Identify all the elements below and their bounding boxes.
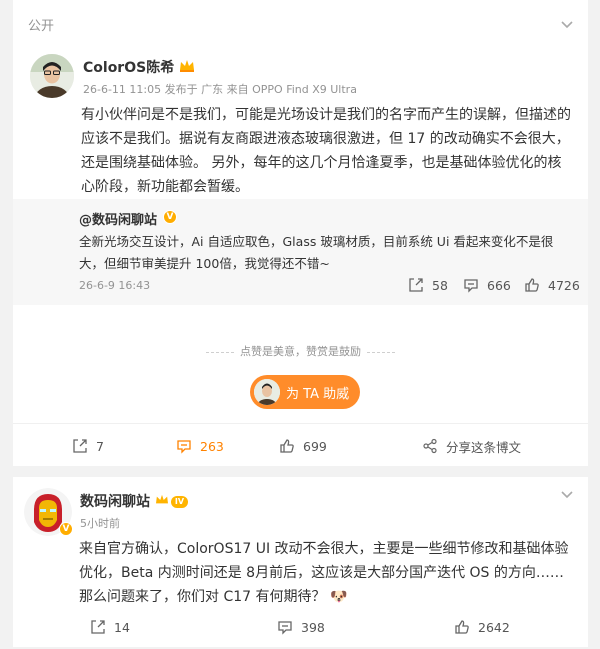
comment-icon xyxy=(464,279,478,293)
repost-icon xyxy=(73,439,87,453)
chevron-down-icon[interactable] xyxy=(559,16,575,32)
like-button[interactable]: 699 xyxy=(279,424,327,468)
post-card: V 数码闲聊站 IV 5小时前 来自官方确认，ColorOS17 UI 改动不会… xyxy=(13,477,588,647)
repost-repost-count[interactable]: 58 xyxy=(408,277,448,293)
post-card: 公开 ColorOS陈希 26-6-11 11:05 发布于 广东 来自 OPP… xyxy=(13,0,588,466)
avatar xyxy=(254,379,280,405)
chevron-down-icon[interactable] xyxy=(559,486,575,502)
avatar[interactable] xyxy=(30,54,74,98)
action-bar: 14 398 2642 xyxy=(13,605,588,647)
comment-icon xyxy=(278,621,292,635)
repost-button[interactable]: 14 xyxy=(90,605,130,649)
repost-text: 全新光场交互设计，Ai 自适应取色，Glass 玻璃材质，目前系统 Ui 看起来… xyxy=(79,234,554,271)
reward-hint: 点赞是美意，赞赏是鼓励 xyxy=(13,343,588,359)
author-name[interactable]: ColorOS陈希 xyxy=(83,60,174,76)
post-text: 有小伙伴问是不是我们，可能是光场设计是我们的名字而产生的误解，但描述的应该不是我… xyxy=(81,107,571,195)
verified-icon: V xyxy=(163,210,177,224)
repost-comment-count[interactable]: 666 xyxy=(463,277,511,293)
like-button[interactable]: 2642 xyxy=(454,605,510,649)
crown-icon xyxy=(179,59,195,77)
level-badge: IV xyxy=(170,496,189,508)
crown-icon xyxy=(155,494,169,510)
repost-block[interactable]: @数码闲聊站 V 全新光场交互设计，Ai 自适应取色，Glass 玻璃材质，目前… xyxy=(13,199,588,305)
repost-icon xyxy=(409,278,423,292)
author-name[interactable]: 数码闲聊站 xyxy=(80,494,150,510)
repost-button[interactable]: 7 xyxy=(72,424,104,468)
like-icon xyxy=(525,278,539,292)
repost-icon xyxy=(91,620,105,634)
repost-author[interactable]: @数码闲聊站 xyxy=(79,209,157,228)
boost-button[interactable]: 为 TA 助威 xyxy=(250,375,360,409)
like-icon xyxy=(280,439,294,453)
visibility-label: 公开 xyxy=(28,19,55,34)
comment-button[interactable]: 263 xyxy=(176,424,224,468)
dog-emoji: 🐶 xyxy=(329,589,348,605)
boost-label: 为 TA 助威 xyxy=(286,386,350,402)
like-icon xyxy=(455,620,469,634)
action-bar: 7 263 699 分享这条博文 xyxy=(13,423,588,467)
comment-icon xyxy=(177,440,191,454)
repost-time: 26-6-9 16:43 xyxy=(79,279,151,292)
repost-like-count[interactable]: 4726 xyxy=(524,277,580,293)
post-text: 来自官方确认，ColorOS17 UI 改动不会很大，主要是一些细节修改和基础体… xyxy=(79,541,569,605)
share-button[interactable]: 分享这条博文 xyxy=(422,424,521,468)
verified-icon: V xyxy=(59,522,73,536)
share-icon xyxy=(423,438,437,454)
comment-button[interactable]: 398 xyxy=(277,605,325,649)
post-meta: 5小时前 xyxy=(80,517,120,530)
post-meta: 26-6-11 11:05 发布于 广东 来自 OPPO Find X9 Ult… xyxy=(83,83,357,96)
